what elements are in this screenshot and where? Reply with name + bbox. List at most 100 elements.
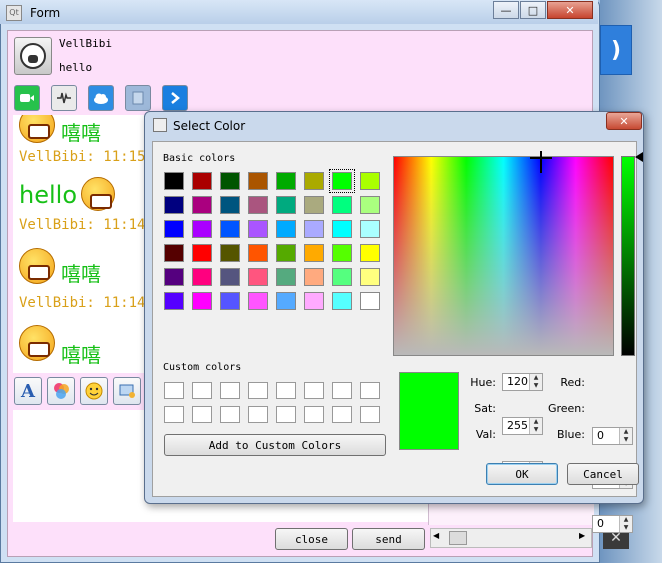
basic-color-swatch[interactable] [248,196,268,214]
basic-color-swatch[interactable] [220,268,240,286]
val-label: Val: [475,428,496,441]
basic-color-swatch[interactable] [164,172,184,190]
basic-color-swatch[interactable] [304,172,324,190]
basic-color-swatch[interactable] [360,220,380,238]
basic-color-swatch[interactable] [304,196,324,214]
basic-color-swatch[interactable] [332,220,352,238]
spin-arrows-icon[interactable]: ▲▼ [619,516,632,532]
basic-color-swatch[interactable] [332,292,352,310]
basic-color-swatch[interactable] [220,196,240,214]
basic-color-swatch[interactable] [332,196,352,214]
file-button[interactable] [125,85,151,111]
custom-color-swatch[interactable] [220,382,240,399]
value-slider[interactable] [621,156,635,356]
custom-color-swatch[interactable] [332,382,352,399]
close-window-button[interactable]: ✕ [547,1,593,19]
basic-color-swatch[interactable] [220,220,240,238]
custom-color-swatch[interactable] [220,406,240,423]
hue-saturation-picker[interactable] [393,151,614,356]
maximize-button[interactable]: □ [520,1,546,19]
forward-button[interactable] [162,85,188,111]
avatar[interactable] [14,37,52,75]
basic-color-swatch[interactable] [360,292,380,310]
basic-color-swatch[interactable] [248,220,268,238]
basic-color-swatch[interactable] [276,172,296,190]
custom-color-swatch[interactable] [276,406,296,423]
basic-color-swatch[interactable] [248,244,268,262]
cloud-button[interactable] [88,85,114,111]
basic-color-swatch[interactable] [248,292,268,310]
value-slider-arrow-icon[interactable] [635,152,643,162]
color-button[interactable] [47,377,75,405]
scroll-right-icon[interactable]: ▶ [579,531,585,540]
basic-color-swatch[interactable] [248,268,268,286]
custom-color-swatch[interactable] [304,406,324,423]
custom-color-swatch[interactable] [360,382,380,399]
basic-color-swatch[interactable] [192,292,212,310]
basic-color-swatch[interactable] [276,196,296,214]
basic-color-swatch[interactable] [192,196,212,214]
basic-color-swatch[interactable] [164,268,184,286]
basic-color-swatch[interactable] [276,244,296,262]
basic-color-swatch[interactable] [304,268,324,286]
basic-color-swatch[interactable] [332,244,352,262]
basic-color-swatch[interactable] [304,244,324,262]
basic-color-swatch[interactable] [164,220,184,238]
sat-label: Sat: [474,402,496,415]
scroll-left-icon[interactable]: ◀ [433,531,439,540]
minimize-button[interactable]: — [493,1,519,19]
basic-color-swatch[interactable] [332,268,352,286]
basic-color-swatch[interactable] [360,196,380,214]
custom-color-swatch[interactable] [192,382,212,399]
font-button[interactable]: A [14,377,42,405]
red-spinbox[interactable]: 0 ▲ ▼ [592,427,633,445]
horizontal-scrollbar[interactable]: ◀ ▶ [430,528,592,548]
custom-color-swatch[interactable] [192,406,212,423]
message-text: hello [19,181,77,209]
send-button[interactable]: send [352,528,425,550]
heart-eyes-emoji-icon [81,177,115,211]
basic-color-swatch[interactable] [192,220,212,238]
custom-color-swatch[interactable] [248,406,268,423]
basic-color-swatch[interactable] [276,268,296,286]
basic-color-swatch[interactable] [329,169,355,193]
spin-arrows-icon[interactable]: ▲▼ [619,428,632,444]
custom-color-swatch[interactable] [164,382,184,399]
basic-color-swatch[interactable] [220,244,240,262]
emoji-button[interactable] [80,377,108,405]
basic-color-swatch[interactable] [360,268,380,286]
video-call-button[interactable] [14,85,40,111]
custom-color-swatch[interactable] [360,406,380,423]
ok-button[interactable]: OK [486,463,558,485]
basic-color-swatch[interactable] [360,172,380,190]
audio-button[interactable] [51,85,77,111]
scroll-thumb[interactable] [449,531,467,545]
basic-color-swatch[interactable] [276,220,296,238]
basic-color-swatch[interactable] [304,292,324,310]
basic-color-swatch[interactable] [304,220,324,238]
custom-color-swatch[interactable] [164,406,184,423]
basic-color-swatch[interactable] [220,172,240,190]
screenshot-button[interactable] [113,377,141,405]
basic-color-swatch[interactable] [248,172,268,190]
custom-color-swatch[interactable] [276,382,296,399]
basic-color-swatch[interactable] [192,244,212,262]
basic-color-swatch[interactable] [360,244,380,262]
basic-color-swatch[interactable] [164,244,184,262]
basic-color-swatch[interactable] [220,292,240,310]
cancel-button[interactable]: Cancel [567,463,639,485]
add-to-custom-colors-button[interactable]: Add to Custom Colors [164,434,386,456]
custom-color-swatch[interactable] [304,382,324,399]
basic-color-swatch[interactable] [192,268,212,286]
basic-color-swatch[interactable] [164,292,184,310]
dialog-close-button[interactable]: ✕ [606,112,642,130]
custom-color-swatch[interactable] [248,382,268,399]
message-emote-text: 嘻嘻 [61,262,101,286]
custom-color-swatch[interactable] [332,406,352,423]
basic-color-swatch[interactable] [164,196,184,214]
window-icon: Qt [6,5,22,21]
close-button[interactable]: close [275,528,348,550]
blue-spinbox[interactable]: 0 ▲ ▼ [592,515,633,533]
basic-color-swatch[interactable] [276,292,296,310]
basic-color-swatch[interactable] [192,172,212,190]
